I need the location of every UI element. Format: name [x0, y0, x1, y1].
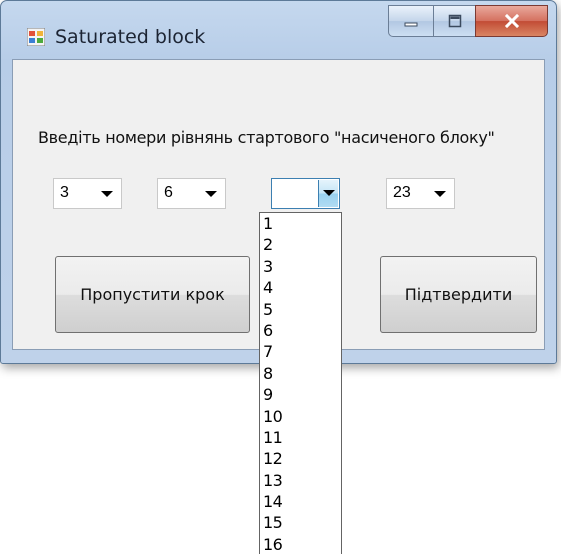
- list-item[interactable]: 13: [260, 470, 341, 491]
- maximize-icon: [448, 14, 461, 28]
- window-app-icon: [27, 28, 45, 46]
- title-bar[interactable]: Saturated block: [1, 1, 556, 59]
- list-item[interactable]: 14: [260, 491, 341, 512]
- chevron-down-icon[interactable]: [434, 191, 446, 197]
- list-item[interactable]: 3: [260, 256, 341, 277]
- equation-combo-3[interactable]: [271, 178, 340, 209]
- list-item[interactable]: 16: [260, 534, 341, 554]
- list-item[interactable]: 6: [260, 320, 341, 341]
- equation-combo-4[interactable]: 23: [386, 178, 455, 209]
- list-item[interactable]: 9: [260, 384, 341, 405]
- list-item[interactable]: 5: [260, 299, 341, 320]
- list-item[interactable]: 10: [260, 406, 341, 427]
- list-item[interactable]: 15: [260, 512, 341, 533]
- instruction-label: Введіть номери рівнянь стартового "насич…: [38, 128, 495, 147]
- caption-buttons: [388, 5, 548, 37]
- close-icon: [504, 14, 519, 28]
- combo-value: 6: [164, 184, 173, 201]
- equation-combo-2[interactable]: 6: [157, 178, 226, 209]
- list-item[interactable]: 8: [260, 363, 341, 384]
- skip-step-button[interactable]: Пропустити крок: [55, 256, 250, 333]
- confirm-button[interactable]: Підтвердити: [380, 256, 537, 333]
- list-item[interactable]: 1: [260, 213, 341, 234]
- minimize-button[interactable]: [388, 5, 433, 37]
- close-button[interactable]: [475, 5, 548, 37]
- list-item[interactable]: 7: [260, 341, 341, 362]
- window-title: Saturated block: [55, 26, 206, 48]
- combo-value: 3: [60, 184, 69, 201]
- maximize-button[interactable]: [433, 5, 475, 37]
- combo-value: 23: [393, 184, 411, 201]
- chevron-down-icon[interactable]: [205, 191, 217, 197]
- chevron-down-icon[interactable]: [323, 190, 335, 196]
- equation-combo-1[interactable]: 3: [53, 178, 122, 209]
- list-item[interactable]: 12: [260, 448, 341, 469]
- list-item[interactable]: 4: [260, 277, 341, 298]
- combo-dropdown-list[interactable]: 1 2 3 4 5 6 7 8 9 10 11 12 13 14 15 16: [259, 212, 342, 554]
- list-item[interactable]: 2: [260, 234, 341, 255]
- chevron-down-icon[interactable]: [101, 191, 113, 197]
- list-item[interactable]: 11: [260, 427, 341, 448]
- minimize-icon: [404, 22, 418, 27]
